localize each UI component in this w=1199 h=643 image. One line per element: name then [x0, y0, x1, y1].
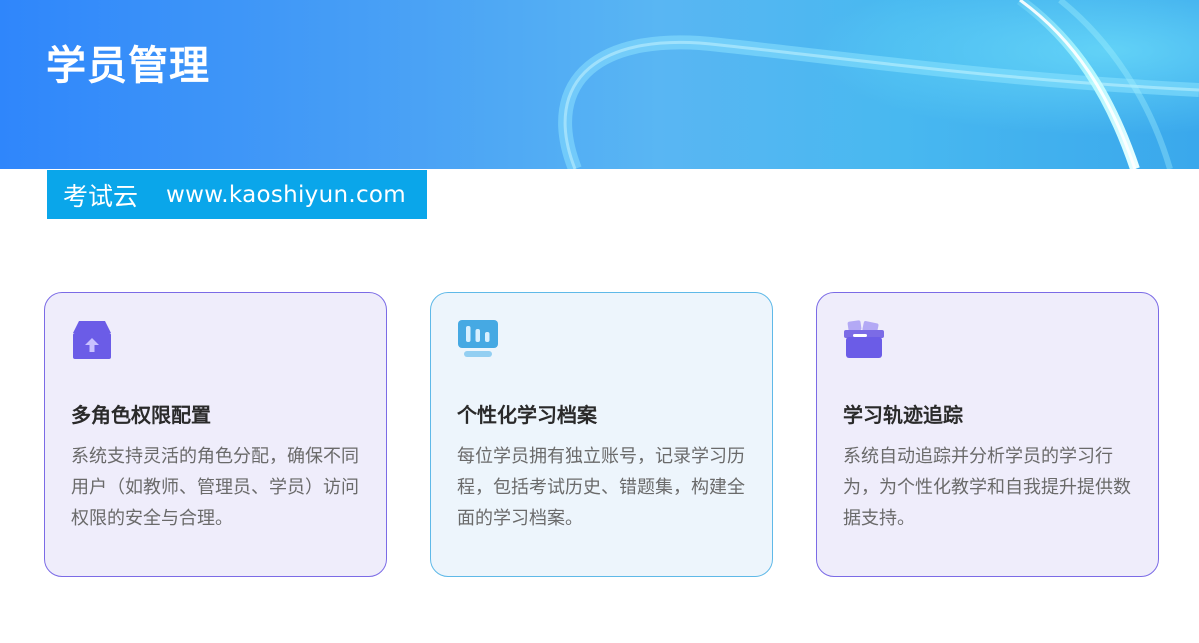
feature-card-role-permissions: 多角色权限配置 系统支持灵活的角色分配，确保不同用户（如教师、管理员、学员）访问…	[44, 292, 387, 577]
page-title: 学员管理	[46, 43, 210, 89]
brand-tag: 考试云 www.kaoshiyun.com	[47, 170, 427, 219]
feature-card-learning-tracking: 学习轨迹追踪 系统自动追踪并分析学员的学习行为，为个性化教学和自我提升提供数据支…	[816, 292, 1159, 577]
card-description: 每位学员拥有独立账号，记录学习历程，包括考试历史、错题集，构建全面的学习档案。	[457, 446, 745, 529]
header-banner: 学员管理	[0, 0, 1199, 169]
brand-name: 考试云	[63, 181, 139, 211]
feature-card-learning-profile: 个性化学习档案 每位学员拥有独立账号，记录学习历程，包括考试历史、错题集，构建全…	[430, 292, 773, 577]
box-upload-icon	[73, 321, 111, 359]
archive-box-icon	[844, 320, 884, 358]
card-title: 学习轨迹追踪	[843, 403, 963, 427]
bar-chart-icon	[458, 320, 498, 357]
card-description: 系统自动追踪并分析学员的学习行为，为个性化教学和自我提升提供数据支持。	[843, 446, 1131, 529]
brand-url: www.kaoshiyun.com	[166, 181, 406, 208]
card-description: 系统支持灵活的角色分配，确保不同用户（如教师、管理员、学员）访问权限的安全与合理…	[71, 446, 359, 529]
card-title: 个性化学习档案	[457, 403, 597, 427]
card-title: 多角色权限配置	[71, 403, 211, 427]
